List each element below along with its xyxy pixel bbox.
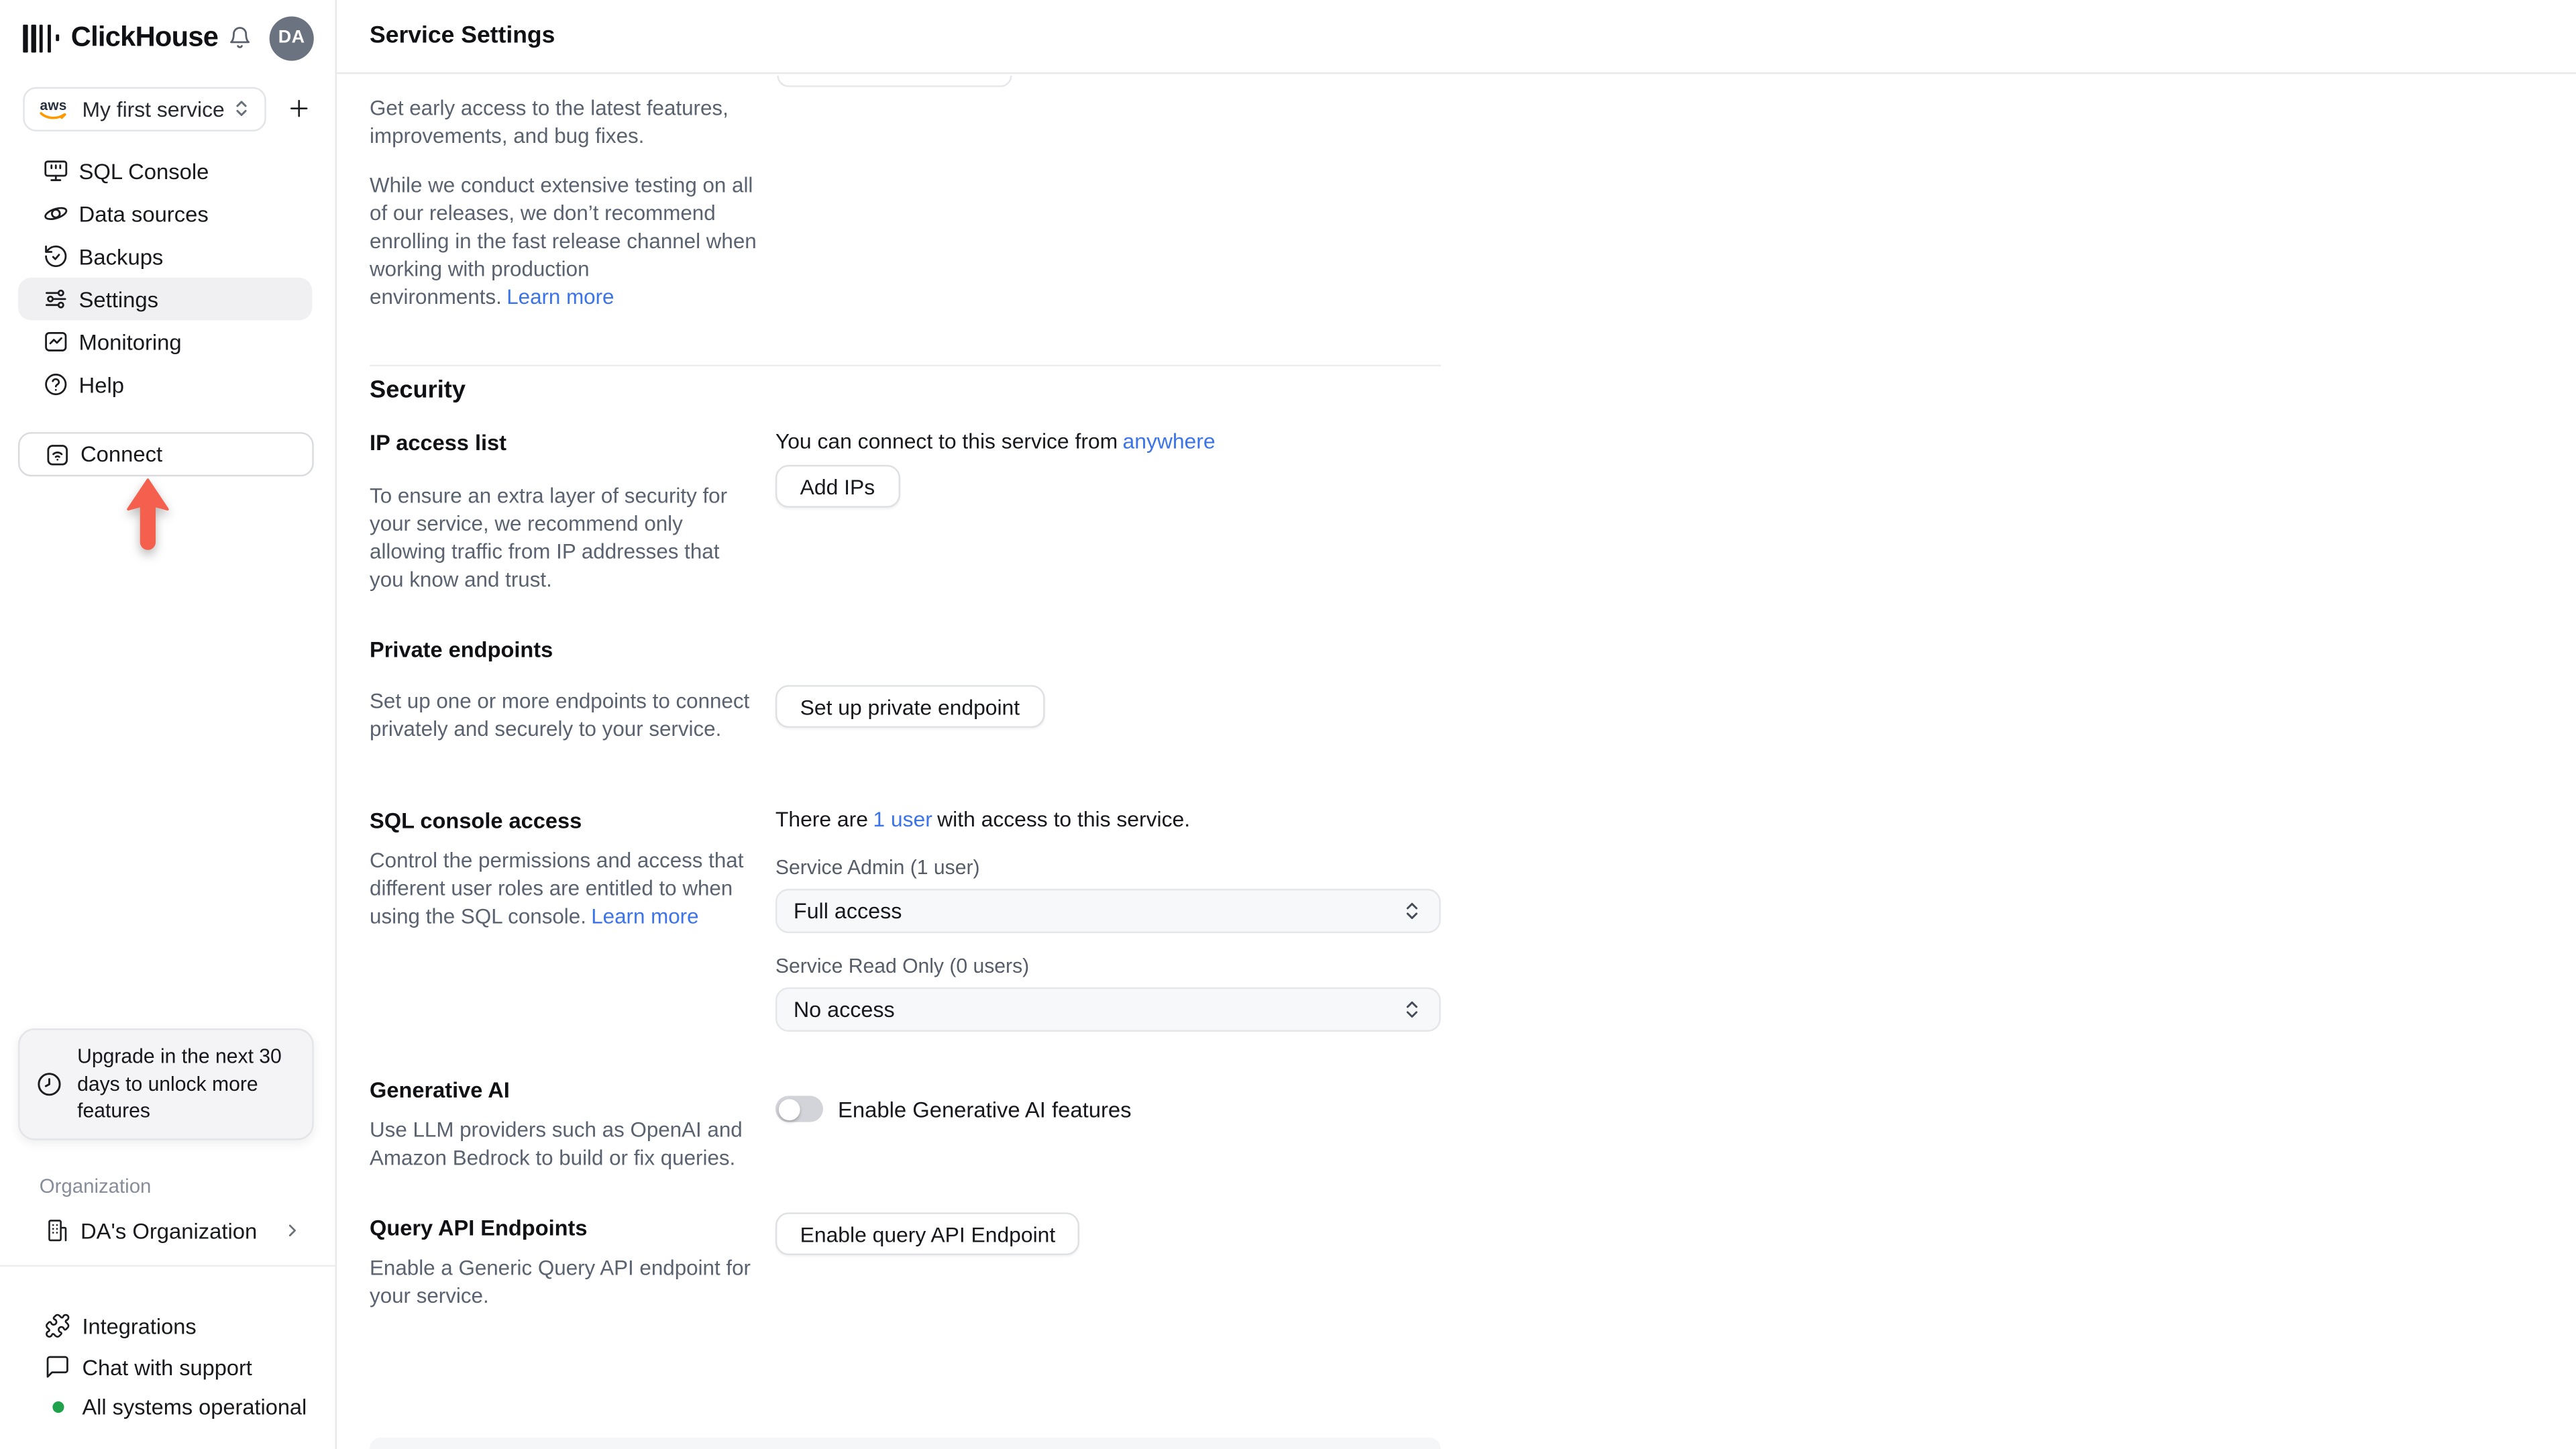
setup-private-endpoint-button[interactable]: Set up private endpoint (775, 685, 1044, 728)
generative-ai-toggle-row: Enable Generative AI features (775, 1095, 1132, 1122)
organization-item[interactable]: DA's Organization (18, 1211, 319, 1250)
sidebar-item-label: Integrations (82, 1313, 197, 1338)
generative-ai-description: Use LLM providers such as OpenAI and Ama… (370, 1117, 743, 1170)
service-name: My first service (82, 96, 225, 121)
learn-more-link[interactable]: Learn more (506, 284, 614, 309)
generative-ai-toggle-label: Enable Generative AI features (837, 1096, 1132, 1122)
anywhere-link[interactable]: anywhere (1123, 429, 1216, 453)
learn-more-link[interactable]: Learn more (591, 904, 698, 928)
sidebar-item-label: Settings (78, 286, 159, 312)
sidebar-item-integrations[interactable]: Integrations (18, 1304, 319, 1347)
connect-button[interactable]: Connect (17, 432, 314, 477)
sidebar-item-label: SQL Console (78, 158, 209, 184)
service-admin-label: Service Admin (1 user) (775, 855, 980, 879)
notifications-bell-icon[interactable] (227, 25, 253, 51)
service-admin-select[interactable]: Full access (775, 888, 1441, 934)
section-divider (370, 364, 1441, 367)
service-selector-row: aws My first service (23, 85, 315, 131)
generative-ai-toggle[interactable] (775, 1095, 823, 1122)
aws-icon: aws (40, 97, 68, 121)
add-service-button[interactable] (282, 92, 315, 125)
upgrade-banner[interactable]: Upgrade in the next 30 days to unlock mo… (17, 1028, 314, 1140)
status-label: All systems operational (82, 1393, 307, 1419)
sidebar-nav: SQL Console Data sources Backups Setting… (0, 150, 335, 406)
sidebar-item-label: Data sources (78, 201, 209, 226)
sql-console-access-title: SQL console access (370, 808, 582, 833)
brand-name: ClickHouse (70, 21, 219, 53)
sidebar-item-data-sources[interactable]: Data sources (18, 193, 312, 235)
settings-content: Get early access to the latest features,… (337, 76, 2576, 1449)
page-title: Service Settings (370, 23, 555, 50)
connect-label: Connect (80, 441, 163, 467)
status-green-dot-icon (44, 1393, 70, 1419)
data-sources-icon (43, 201, 69, 227)
sidebar-item-chat-support[interactable]: Chat with support (18, 1346, 319, 1389)
sidebar-header: ClickHouse DA (23, 15, 314, 61)
user-avatar[interactable]: DA (269, 15, 314, 60)
sidebar-item-label: Chat with support (82, 1354, 252, 1379)
service-readonly-value: No access (793, 997, 895, 1022)
settings-icon (43, 286, 69, 312)
main-header: Service Settings (337, 0, 2576, 74)
sidebar-item-label: Monitoring (78, 329, 182, 354)
sql-console-access-description: Control the permissions and access that … (370, 847, 744, 928)
chevron-updown-icon (1401, 999, 1423, 1020)
red-arrow-annotation (127, 478, 169, 550)
sidebar-item-sql-console[interactable]: SQL Console (18, 150, 312, 193)
sql-access-users-line: There are 1 user with access to this servi… (775, 806, 1191, 832)
release-paragraph-1: Get early access to the latest features,… (370, 95, 729, 148)
system-status-item[interactable]: All systems operational (18, 1385, 319, 1428)
help-icon (43, 371, 69, 397)
release-paragraph-2: While we conduct extensive testing on al… (370, 172, 757, 309)
query-api-endpoints-title: Query API Endpoints (370, 1216, 588, 1240)
add-ips-button[interactable]: Add IPs (775, 465, 900, 508)
sidebar-item-label: Backups (78, 244, 164, 269)
app: ClickHouse DA aws My first service SQL C… (0, 0, 2576, 1449)
chevron-updown-icon (1401, 900, 1423, 922)
sidebar: ClickHouse DA aws My first service SQL C… (0, 0, 337, 1449)
chat-bubble-icon (44, 1354, 70, 1380)
backups-icon (43, 243, 69, 269)
next-section-card-partial (370, 1437, 1441, 1449)
sql-console-icon (43, 158, 69, 184)
generative-ai-title: Generative AI (370, 1077, 510, 1103)
chevron-updown-icon (231, 99, 251, 118)
connect-icon (44, 441, 70, 468)
clock-icon (34, 1069, 64, 1099)
service-selector[interactable]: aws My first service (23, 86, 266, 131)
one-user-link[interactable]: 1 user (873, 806, 932, 831)
building-icon (44, 1218, 70, 1244)
enable-query-api-button[interactable]: Enable query API Endpoint (775, 1212, 1080, 1256)
monitoring-icon (43, 329, 69, 355)
service-readonly-label: Service Read Only (0 users) (775, 954, 1030, 978)
main-area: Service Settings Get early access to the… (337, 0, 2576, 1449)
sidebar-item-help[interactable]: Help (18, 363, 312, 406)
sidebar-divider (0, 1265, 335, 1267)
sidebar-item-label: Help (78, 372, 125, 397)
integrations-puzzle-icon (44, 1313, 70, 1339)
service-admin-value: Full access (793, 898, 902, 924)
ip-access-status-line: You can connect to this service from anyw… (775, 429, 1216, 453)
chevron-right-icon (282, 1221, 302, 1240)
clickhouse-logo-icon (23, 23, 60, 52)
private-endpoints-title: Private endpoints (370, 637, 553, 662)
organization-section-label: Organization (39, 1175, 152, 1198)
private-endpoints-description: Set up one or more endpoints to connect … (370, 688, 750, 741)
upgrade-note: Upgrade in the next 30 days to unlock mo… (77, 1044, 282, 1122)
sidebar-item-backups[interactable]: Backups (18, 235, 312, 278)
ip-access-list-title: IP access list (370, 430, 507, 455)
sidebar-item-settings[interactable]: Settings (17, 277, 313, 321)
ip-access-description: To ensure an extra layer of security for… (370, 483, 728, 592)
service-readonly-select[interactable]: No access (775, 987, 1441, 1032)
security-heading: Security (370, 378, 466, 405)
query-api-description: Enable a Generic Query API endpoint for … (370, 1255, 751, 1308)
sidebar-item-monitoring[interactable]: Monitoring (18, 321, 312, 364)
organization-name: DA's Organization (80, 1218, 258, 1243)
